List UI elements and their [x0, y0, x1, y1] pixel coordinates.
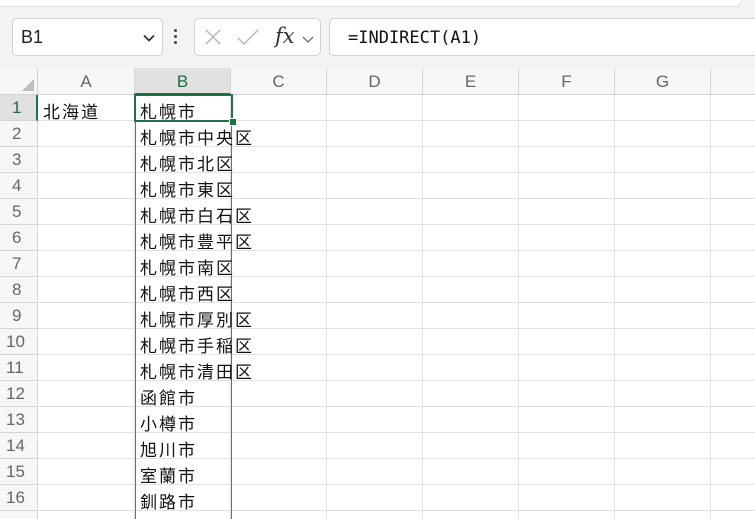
worksheet-grid[interactable]: A B C D E F G 1 2 3 4 5 6 7 8 9 10 11 12 13 14 15 16 北海道 札幌市 札幌市中…	[0, 68, 755, 519]
formula-buttons: fx	[194, 18, 321, 56]
column-header-G[interactable]: G	[615, 68, 711, 95]
cell-B6[interactable]: 札幌市豊平区	[140, 228, 254, 253]
cell-B8[interactable]: 札幌市西区	[140, 280, 235, 305]
cell-B10[interactable]: 札幌市手稲区	[140, 332, 254, 357]
row-header-2[interactable]: 2	[0, 121, 38, 147]
row-header-12[interactable]: 12	[0, 381, 38, 407]
gridline-vertical	[422, 95, 423, 519]
row-header-13[interactable]: 13	[0, 407, 38, 433]
column-header-A[interactable]: A	[38, 68, 135, 95]
column-header-B[interactable]: B	[135, 68, 231, 95]
check-icon[interactable]	[236, 27, 260, 51]
gridline-vertical	[614, 95, 615, 519]
row-header-7[interactable]: 7	[0, 251, 38, 277]
chevron-down-icon[interactable]	[301, 31, 315, 50]
more-options-icon[interactable]	[173, 29, 179, 49]
gridline-vertical	[518, 95, 519, 519]
row-header-4[interactable]: 4	[0, 173, 38, 199]
gridline-vertical	[710, 95, 711, 519]
chevron-down-icon[interactable]	[142, 30, 156, 49]
cell-B11[interactable]: 札幌市清田区	[140, 358, 254, 383]
row-header-partial	[0, 511, 38, 519]
name-box-value: B1	[21, 27, 44, 47]
row-header-8[interactable]: 8	[0, 277, 38, 303]
cell-B7[interactable]: 札幌市南区	[140, 254, 235, 279]
column-header-F[interactable]: F	[519, 68, 615, 95]
close-icon[interactable]	[203, 27, 223, 51]
cell-B1[interactable]: 札幌市	[140, 98, 197, 123]
row-header-9[interactable]: 9	[0, 303, 38, 329]
formula-input[interactable]: =INDIRECT(A1)	[329, 18, 755, 56]
cell-B5[interactable]: 札幌市白石区	[140, 202, 254, 227]
row-header-10[interactable]: 10	[0, 329, 38, 355]
row-header-11[interactable]: 11	[0, 355, 38, 381]
row-header-1[interactable]: 1	[0, 95, 38, 121]
formula-text: =INDIRECT(A1)	[348, 28, 482, 48]
cell-A1[interactable]: 北海道	[43, 98, 100, 123]
column-header-C[interactable]: C	[231, 68, 327, 95]
row-header-14[interactable]: 14	[0, 433, 38, 459]
row-header-16[interactable]: 16	[0, 485, 38, 511]
cell-B3[interactable]: 札幌市北区	[140, 150, 235, 175]
column-header-E[interactable]: E	[423, 68, 519, 95]
select-all-button[interactable]	[0, 68, 38, 95]
cell-B9[interactable]: 札幌市厚別区	[140, 306, 254, 331]
cell-B16[interactable]: 釧路市	[140, 488, 197, 513]
row-header-6[interactable]: 6	[0, 225, 38, 251]
cell-B13[interactable]: 小樽市	[140, 410, 197, 435]
cell-B12[interactable]: 函館市	[140, 384, 197, 409]
name-box[interactable]: B1	[12, 18, 163, 56]
column-header-D[interactable]: D	[327, 68, 423, 95]
ribbon-edge	[0, 0, 755, 10]
cell-B15[interactable]: 室蘭市	[140, 462, 197, 487]
cell-B2[interactable]: 札幌市中央区	[140, 124, 254, 149]
insert-function-icon[interactable]: fx	[275, 24, 295, 48]
cell-B14[interactable]: 旭川市	[140, 436, 197, 461]
cell-B4[interactable]: 札幌市東区	[140, 176, 235, 201]
row-header-5[interactable]: 5	[0, 199, 38, 225]
row-header-15[interactable]: 15	[0, 459, 38, 485]
formula-bar-row: B1 fx =INDIRECT(A1)	[0, 10, 755, 68]
column-header-next[interactable]	[711, 68, 755, 95]
row-header-3[interactable]: 3	[0, 147, 38, 173]
gridline-vertical	[326, 95, 327, 519]
